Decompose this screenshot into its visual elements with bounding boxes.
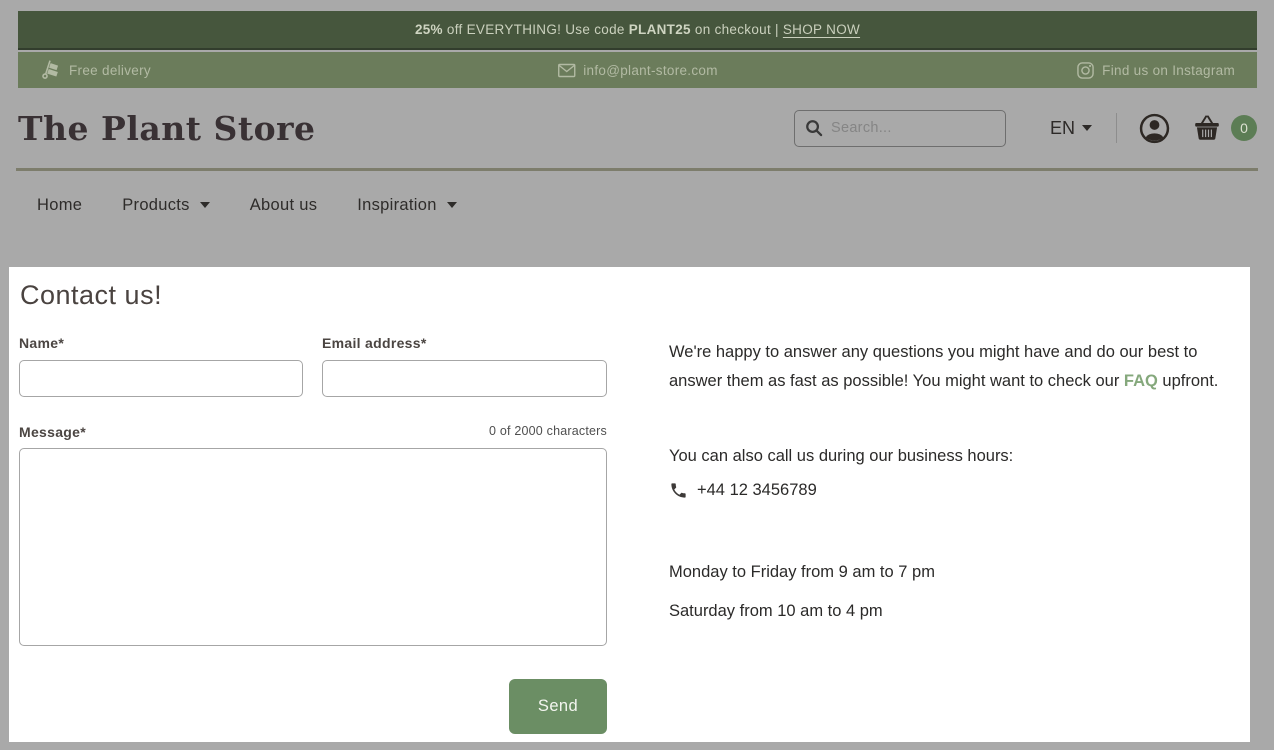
chevron-down-icon: [447, 202, 457, 208]
info-bar: Free delivery info@plant-store.com Find …: [18, 52, 1257, 88]
promo-after-code: on checkout |: [691, 22, 779, 37]
intro-before: We're happy to answer any questions you …: [669, 343, 1197, 390]
email-label: info@plant-store.com: [583, 63, 718, 78]
promo-code: PLANT25: [629, 22, 691, 37]
faq-link[interactable]: FAQ: [1124, 372, 1158, 390]
main-nav: Home Products About us Inspiration: [18, 171, 457, 239]
hand-truck-icon: [40, 60, 61, 81]
nav-item-label: Home: [37, 196, 82, 215]
site-header: The Plant Store EN: [18, 88, 1257, 168]
email-field[interactable]: [322, 360, 607, 397]
magnifier-icon: [805, 119, 823, 137]
message-label: Message*: [19, 424, 86, 440]
send-button[interactable]: Send: [509, 679, 607, 734]
contact-panel: Contact us! Name* Email address* Message…: [9, 267, 1250, 742]
nav-item-home[interactable]: Home: [37, 196, 82, 215]
phone-number[interactable]: +44 12 3456789: [697, 481, 817, 500]
account-button[interactable]: [1139, 113, 1170, 144]
language-label: EN: [1050, 118, 1075, 139]
shop-now-link[interactable]: SHOP NOW: [783, 22, 860, 37]
nav-item-about-us[interactable]: About us: [250, 196, 318, 215]
chevron-down-icon: [200, 202, 210, 208]
weekday-hours: Monday to Friday from 9 am to 7 pm: [669, 563, 935, 582]
envelope-icon: [557, 63, 575, 78]
message-field[interactable]: [19, 448, 607, 646]
search-box[interactable]: [794, 110, 1006, 147]
instagram-label: Find us on Instagram: [1102, 63, 1235, 78]
hours-intro: You can also call us during our business…: [669, 447, 1013, 466]
email-label: Email address*: [322, 335, 607, 351]
intro-after: upfront.: [1158, 372, 1219, 390]
nav-item-label: Inspiration: [357, 196, 436, 215]
promo-middle: off EVERYTHING! Use code: [443, 22, 629, 37]
name-field[interactable]: [19, 360, 303, 397]
phone-row: +44 12 3456789: [669, 481, 817, 500]
header-divider: [1116, 113, 1117, 143]
email-field-group: Email address*: [322, 335, 607, 397]
promo-discount: 25%: [415, 22, 443, 37]
free-delivery: Free delivery: [40, 60, 151, 81]
contact-form: Name* Email address* Message* 0 of 2000 …: [19, 335, 607, 734]
instagram-link[interactable]: Find us on Instagram: [1077, 62, 1235, 79]
intro-paragraph: We're happy to answer any questions you …: [669, 338, 1247, 396]
header-controls: EN: [794, 110, 1257, 147]
char-counter: 0 of 2000 characters: [489, 424, 607, 440]
basket-icon: [1192, 115, 1222, 142]
nav-item-label: About us: [250, 196, 318, 215]
site-logo[interactable]: The Plant Store: [18, 109, 315, 148]
nav-item-products[interactable]: Products: [122, 196, 210, 215]
cart-button[interactable]: 0: [1192, 115, 1257, 142]
promo-banner: 25% off EVERYTHING! Use code PLANT25 on …: [18, 11, 1257, 50]
nav-item-inspiration[interactable]: Inspiration: [357, 196, 456, 215]
name-label: Name*: [19, 335, 303, 351]
person-circle-icon: [1139, 113, 1170, 144]
search-input[interactable]: [831, 120, 995, 136]
message-header-row: Message* 0 of 2000 characters: [19, 424, 607, 440]
saturday-hours: Saturday from 10 am to 4 pm: [669, 602, 883, 621]
name-field-group: Name*: [19, 335, 303, 397]
page-title: Contact us!: [20, 280, 162, 311]
phone-receiver-icon: [669, 481, 688, 500]
instagram-icon: [1077, 62, 1094, 79]
name-email-row: Name* Email address*: [19, 335, 607, 397]
free-delivery-label: Free delivery: [69, 63, 151, 78]
promo-text: 25% off EVERYTHING! Use code PLANT25 on …: [415, 22, 779, 37]
nav-item-label: Products: [122, 196, 190, 215]
cart-count-badge: 0: [1231, 115, 1257, 141]
email-contact[interactable]: info@plant-store.com: [557, 63, 718, 78]
language-selector[interactable]: EN: [1050, 118, 1092, 139]
chevron-down-icon: [1082, 125, 1092, 131]
